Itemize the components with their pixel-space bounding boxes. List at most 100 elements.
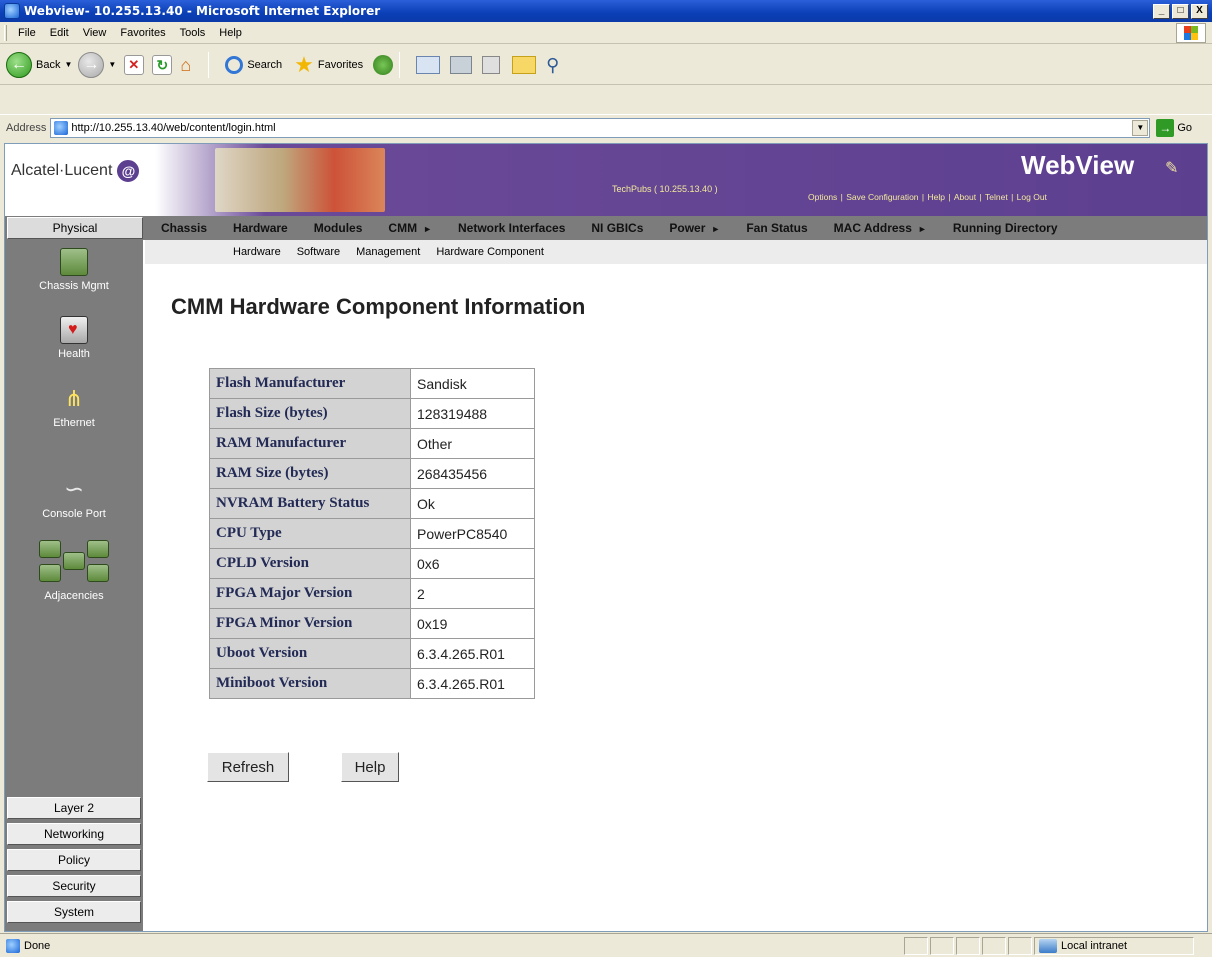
refresh-icon[interactable]: ↻ [152,54,173,75]
minimize-button[interactable]: _ [1153,3,1170,19]
favorites-button[interactable]: ★ Favorites [288,52,363,78]
go-arrow-icon: → [1156,118,1175,137]
row-value: 128319488 [410,398,535,429]
adjacencies-icon [29,540,119,586]
alcatel-lucent-logo: Alcatel·Lucent @ [11,158,142,184]
address-input[interactable]: http://10.255.13.40/web/content/login.ht… [50,117,1151,138]
save-configuration-link[interactable]: Save Configuration [846,192,918,202]
refresh-button[interactable]: Refresh [207,752,289,782]
search-button[interactable]: Search [221,55,283,74]
table-row: CPU Type PowerPC8540 [209,518,535,549]
row-label: Flash Manufacturer [209,368,411,399]
table-row: Uboot Version 6.3.4.265.R01 [209,638,535,669]
main-nav: Physical Chassis Hardware Modules CMM ► N… [5,216,1207,240]
subnav-hardware-component[interactable]: Hardware Component [436,246,544,258]
search-label: Search [247,58,283,71]
nav-cmm[interactable]: CMM ► [388,221,432,235]
row-label: Flash Size (bytes) [209,398,411,429]
back-button[interactable]: ← Back ▼ [6,51,72,78]
forward-arrow-icon: → [78,51,105,78]
subnav-hardware[interactable]: Hardware [233,246,281,258]
subnav-management[interactable]: Management [356,246,420,258]
sidebar-item-ethernet[interactable]: ⋔ Ethernet [5,385,143,429]
stop-icon[interactable] [124,54,145,75]
nav-physical-tab[interactable]: Physical [7,217,143,239]
maximize-button[interactable]: □ [1172,3,1189,19]
log-out-link[interactable]: Log Out [1017,192,1047,202]
sidebar-item-adjacencies[interactable]: Adjacencies [5,540,143,602]
sub-nav: Hardware Software Management Hardware Co… [145,240,1207,264]
nav-cmm-label: CMM [388,221,418,235]
menu-tools[interactable]: Tools [173,27,213,39]
status-pane [956,936,980,955]
sidebar-button-networking[interactable]: Networking [7,823,141,845]
webview-brand: WebView [1021,150,1135,180]
mail-icon[interactable] [416,55,441,74]
security-zone[interactable]: Local intranet [1034,936,1194,955]
forward-button[interactable]: → ▼ [78,51,116,78]
nav-power[interactable]: Power ► [669,221,720,235]
system-name: TechPubs ( 10.255.13.40 ) [612,184,718,194]
menu-view[interactable]: View [76,27,114,39]
page-icon [54,120,69,135]
address-url[interactable]: http://10.255.13.40/web/content/login.ht… [71,122,1132,134]
print-icon[interactable] [450,55,473,74]
media-icon[interactable] [373,54,394,75]
row-value: Sandisk [410,368,535,399]
sidebar-button-policy[interactable]: Policy [7,849,141,871]
sidebar-button-security[interactable]: Security [7,875,141,897]
row-value: 0x19 [410,608,535,639]
nav-chassis[interactable]: Chassis [161,221,207,235]
nav-hardware[interactable]: Hardware [233,221,288,235]
about-link[interactable]: About [954,192,976,202]
close-button[interactable]: X [1191,3,1208,19]
sidebar-item-chassis-mgmt[interactable]: Chassis Mgmt [5,248,143,292]
folder-icon[interactable] [512,55,537,74]
table-row: FPGA Minor Version 0x19 [209,608,535,639]
menu-favorites[interactable]: Favorites [113,27,172,39]
edit-icon[interactable] [482,55,501,74]
options-link[interactable]: Options [808,192,837,202]
nav-items: Chassis Hardware Modules CMM ► Network In… [161,221,1084,235]
row-value: PowerPC8540 [410,518,535,549]
nav-network-interfaces[interactable]: Network Interfaces [458,221,565,235]
help-button[interactable]: Help [341,752,399,782]
triangle-right-icon: ► [423,224,432,234]
go-label: Go [1177,121,1193,134]
row-value: 268435456 [410,458,535,489]
menu-file[interactable]: File [11,27,43,39]
menu-edit[interactable]: Edit [43,27,76,39]
messenger-icon[interactable]: ⚲ [546,55,568,75]
triangle-right-icon: ► [711,224,721,234]
sidebar-item-health[interactable]: Health [5,316,143,360]
row-label: RAM Manufacturer [209,428,411,459]
subnav-software[interactable]: Software [297,246,340,258]
nav-fan-status[interactable]: Fan Status [746,221,807,235]
triangle-right-icon: ► [917,224,927,234]
nav-power-label: Power [669,221,706,235]
table-row: NVRAM Battery Status Ok [209,488,535,519]
nav-modules-label: Modules [313,221,363,235]
local-intranet-icon [1039,938,1057,953]
browser-window: Webview- 10.255.13.40 - Microsoft Intern… [0,0,1212,957]
forward-dropdown-icon[interactable]: ▼ [108,60,116,69]
back-dropdown-icon[interactable]: ▼ [64,60,72,69]
nav-mac-address[interactable]: MAC Address ► [834,221,927,235]
standard-toolbar: ← Back ▼ → ▼ ↻ ⌂ Search ★ Favorites ⚲ [0,45,1212,85]
go-button[interactable]: → Go [1156,118,1193,137]
home-icon[interactable]: ⌂ [180,55,202,75]
nav-modules[interactable]: Modules [314,221,363,235]
address-dropdown-icon[interactable]: ▼ [1132,119,1149,136]
sidebar-button-layer-2[interactable]: Layer 2 [7,797,141,819]
console-port-icon: ∽ [63,476,85,503]
nav-ni-gbics[interactable]: NI GBICs [591,221,643,235]
sidebar-button-system[interactable]: System [7,901,141,923]
row-label: Miniboot Version [209,668,411,699]
sidebar-item-console-port[interactable]: ∽ Console Port [5,476,143,520]
nav-running-directory[interactable]: Running Directory [953,221,1058,235]
sidebar-item-label: Console Port [42,508,106,520]
help-link[interactable]: Help [927,192,944,202]
telnet-link[interactable]: Telnet [985,192,1008,202]
left-sidebar: Chassis Mgmt Health ⋔ Ethernet ∽ Console… [5,240,143,931]
menu-help[interactable]: Help [212,27,249,39]
